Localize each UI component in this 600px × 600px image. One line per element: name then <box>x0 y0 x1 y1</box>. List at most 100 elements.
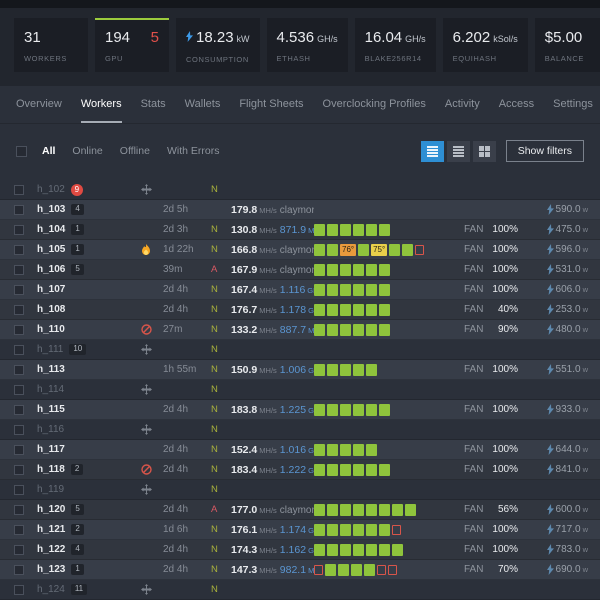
platform-badge: N <box>211 464 231 475</box>
stat-tile-equihash: 6.202kSol/sEQUIHASH <box>443 18 528 72</box>
table-row[interactable]: h_12242d 4hN174.3MH/s1.162GH/sclaymore99… <box>0 540 600 560</box>
lightning-icon <box>547 464 554 475</box>
stat-value: 6.202 <box>453 29 491 46</box>
gpu-ok-square <box>314 544 325 556</box>
row-checkbox[interactable] <box>14 565 24 575</box>
lightning-icon <box>547 204 554 215</box>
detail-view-button[interactable] <box>447 141 470 162</box>
gpu-error-square <box>388 565 397 575</box>
hashrate-cell: 167.9MH/sclaymore100% <box>231 264 314 276</box>
fan-cell: FAN56% <box>464 504 528 515</box>
table-row[interactable]: h_12121d 6hN176.1MH/s1.174GH/sclaymore99… <box>0 520 600 540</box>
uptime-cell: 2d 4h <box>163 444 211 455</box>
hashrate-cell: 176.7MH/s1.178GH/sclaymore99.92% <box>231 304 314 316</box>
row-checkbox[interactable] <box>14 245 24 255</box>
table-row[interactable]: h_10412d 3hN130.8MH/s871.9MH/sclaymore99… <box>0 220 600 240</box>
tab-workers[interactable]: Workers <box>81 98 122 123</box>
table-row[interactable]: h_1082d 4hN176.7MH/s1.178GH/sclaymore99.… <box>0 300 600 320</box>
power-unit: w <box>583 225 588 234</box>
row-checkbox[interactable] <box>14 325 24 335</box>
table-row[interactable]: h_1152d 4hN183.8MH/s1.225GH/sclaymore99.… <box>0 400 600 420</box>
table-row[interactable]: h_1029N <box>0 180 600 200</box>
tab-flight-sheets[interactable]: Flight Sheets <box>239 98 303 123</box>
table-row[interactable]: h_1172d 4hN152.4MH/s1.016GH/sclaymore99.… <box>0 440 600 460</box>
fan-value: 100% <box>492 284 518 295</box>
row-checkbox[interactable] <box>14 305 24 315</box>
fan-label: FAN <box>464 564 483 575</box>
filter-online[interactable]: Online <box>72 145 102 157</box>
table-row[interactable]: h_1072d 4hN167.4MH/s1.116GH/sclaymore99.… <box>0 280 600 300</box>
table-row[interactable]: h_11110N <box>0 340 600 360</box>
gpu-status-cell <box>314 364 464 376</box>
tab-activity[interactable]: Activity <box>445 98 480 123</box>
row-checkbox[interactable] <box>14 405 24 415</box>
table-row[interactable]: h_10342d 5h179.8MH/sclaymore100%590.0w <box>0 200 600 220</box>
tab-stats[interactable]: Stats <box>141 98 166 123</box>
stat-value-row: 1945 <box>105 29 159 46</box>
stat-unit: GH/s <box>405 34 426 44</box>
row-checkbox[interactable] <box>14 425 24 435</box>
filter-offline[interactable]: Offline <box>120 145 150 157</box>
row-checkbox[interactable] <box>14 365 24 375</box>
row-checkbox[interactable] <box>14 485 24 495</box>
table-row[interactable]: h_1131h 55mN150.9MH/s1.006GH/sclaymore10… <box>0 360 600 380</box>
table-row[interactable]: h_11027mN133.2MH/s887.7MH/sclaymore98.65… <box>0 320 600 340</box>
row-checkbox[interactable] <box>14 465 24 475</box>
table-row[interactable]: h_12411N <box>0 580 600 600</box>
fan-value: 100% <box>492 404 518 415</box>
power-unit: w <box>583 525 588 534</box>
table-row[interactable]: h_12312d 4hN147.3MH/s982.1MH/sclaymore99… <box>0 560 600 580</box>
power-cell: 717.0w <box>528 524 600 535</box>
table-row[interactable]: h_106539mA167.9MH/sclaymore100%FAN100%53… <box>0 260 600 280</box>
tab-overclocking-profiles[interactable]: Overclocking Profiles <box>323 98 426 123</box>
tab-wallets[interactable]: Wallets <box>185 98 221 123</box>
list-view-button[interactable] <box>421 141 444 162</box>
hashrate-value: 147.3 <box>231 564 257 576</box>
platform-badge: N <box>211 444 231 455</box>
table-row[interactable]: h_11822d 4hN183.4MH/s1.222GH/sclaymore98… <box>0 460 600 480</box>
row-checkbox[interactable] <box>14 385 24 395</box>
filter-all[interactable]: All <box>42 145 55 157</box>
select-all-checkbox[interactable] <box>16 146 27 157</box>
status-icon-cell <box>129 464 163 475</box>
row-checkbox[interactable] <box>14 345 24 355</box>
row-checkbox[interactable] <box>14 445 24 455</box>
row-checkbox[interactable] <box>14 505 24 515</box>
filter-with-errors[interactable]: With Errors <box>167 145 220 157</box>
show-filters-button[interactable]: Show filters <box>506 140 584 162</box>
tab-access[interactable]: Access <box>499 98 534 123</box>
table-row[interactable]: h_114N <box>0 380 600 400</box>
gpu-ok-square <box>353 464 364 476</box>
row-checkbox[interactable] <box>14 525 24 535</box>
uptime-cell: 1h 55m <box>163 364 211 375</box>
grid-view-button[interactable] <box>473 141 496 162</box>
table-row[interactable]: h_119N <box>0 480 600 500</box>
dual-hashrate-value: 1.225 <box>280 404 306 416</box>
fan-value: 100% <box>492 444 518 455</box>
hashrate-cell: 166.8MH/sclaymore100% <box>231 244 314 256</box>
table-row[interactable]: h_116N <box>0 420 600 440</box>
gpu-ok-square <box>353 284 364 296</box>
dual-hashrate-value: 1.178 <box>280 304 306 316</box>
gpu-ok-square <box>314 504 325 516</box>
table-row[interactable]: h_10511d 22hN166.8MH/sclaymore100%76°75°… <box>0 240 600 260</box>
tab-settings[interactable]: Settings <box>553 98 593 123</box>
tab-overview[interactable]: Overview <box>16 98 62 123</box>
worker-name-cell: h_116 <box>37 424 129 435</box>
row-checkbox[interactable] <box>14 585 24 595</box>
gpu-ok-square <box>327 264 338 276</box>
uptime-cell: 1d 6h <box>163 524 211 535</box>
gpu-count-badge: 1 <box>71 244 83 255</box>
row-checkbox[interactable] <box>14 545 24 555</box>
hashrate-cell: 150.9MH/s1.006GH/sclaymore100% <box>231 364 314 376</box>
row-checkbox[interactable] <box>14 265 24 275</box>
gpu-ok-square <box>366 444 377 456</box>
row-checkbox[interactable] <box>14 205 24 215</box>
fan-value: 40% <box>498 304 518 315</box>
hashrate-cell: 183.4MH/s1.222GH/sclaymore98.42%↑153 <box>231 464 314 476</box>
uptime-cell: 2d 5h <box>163 204 211 215</box>
row-checkbox[interactable] <box>14 225 24 235</box>
table-row[interactable]: h_12052d 4hA177.0MH/sclaymore99.94%↑2FAN… <box>0 500 600 520</box>
row-checkbox[interactable] <box>14 285 24 295</box>
row-checkbox[interactable] <box>14 185 24 195</box>
